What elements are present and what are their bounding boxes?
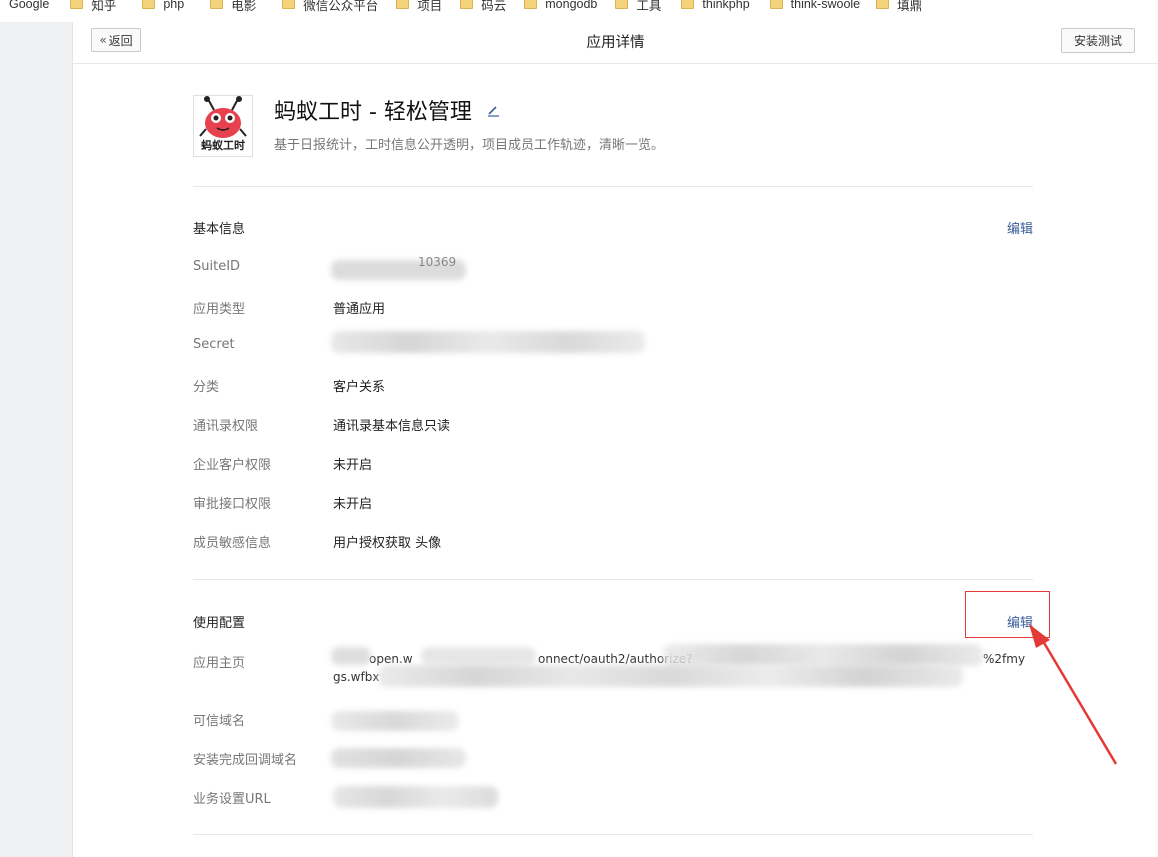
logo-text: 蚂蚁工时 <box>201 139 245 152</box>
bookmarks-bar: Google 知乎 php 电影 微信公众平台 项目 码云 mongodb 工具… <box>0 0 1158 15</box>
bookmark-php[interactable]: php <box>142 0 184 11</box>
redacted-block <box>331 331 645 353</box>
redacted-block <box>663 644 983 666</box>
left-rail <box>0 22 73 857</box>
business-settings-url-label: 业务设置URL <box>193 792 271 807</box>
basic-info-title: 基本信息 <box>193 222 246 237</box>
redacted-block <box>421 647 536 665</box>
folder-icon <box>681 0 695 9</box>
usage-config-title: 使用配置 <box>193 616 246 631</box>
bookmark-movies[interactable]: 电影 <box>210 0 256 14</box>
bookmark-google[interactable]: Google <box>9 0 49 11</box>
bookmark-tools[interactable]: 工具 <box>615 0 661 14</box>
basic-info-edit-link[interactable]: 编辑 <box>1007 218 1033 237</box>
bookmark-mongodb[interactable]: mongodb <box>524 0 597 11</box>
approval-permission-label: 审批接口权限 <box>193 497 272 512</box>
bookmark-gitee[interactable]: 码云 <box>460 0 506 14</box>
redacted-block <box>333 786 498 808</box>
folder-icon <box>524 0 538 9</box>
suiteid-value: 10369 <box>418 255 457 269</box>
app-name: 蚂蚁工时 - 轻松管理 <box>274 100 472 125</box>
edit-pencil-icon[interactable] <box>486 103 500 117</box>
annotation-highlight-box <box>965 591 1050 638</box>
folder-icon <box>396 0 410 9</box>
contacts-permission-label: 通讯录权限 <box>193 419 259 434</box>
bookmark-think-swoole[interactable]: think-swoole <box>769 0 860 11</box>
app-title-row: 蚂蚁工时 - 轻松管理 <box>274 94 500 126</box>
divider <box>193 834 1033 835</box>
main-panel: « 返回 应用详情 安装测试 蚂蚁工时 蚂蚁工时 - 轻松管理 基于日报统计，工… <box>73 22 1158 857</box>
approval-permission-value: 未开启 <box>333 497 373 512</box>
top-bar: « 返回 应用详情 安装测试 <box>73 22 1158 64</box>
ant-icon <box>199 96 247 138</box>
contacts-permission-value: 通讯录基本信息只读 <box>333 419 451 434</box>
trusted-domain-label: 可信域名 <box>193 714 246 729</box>
homepage-value-part3: %2fmy <box>983 652 1026 666</box>
category-value: 客户关系 <box>333 380 386 395</box>
folder-icon <box>876 0 890 9</box>
folder-icon <box>142 0 156 9</box>
folder-icon <box>210 0 224 9</box>
redacted-block <box>331 647 371 665</box>
folder-icon <box>282 0 296 9</box>
homepage-value-part1: open.w <box>369 652 413 666</box>
bookmark-thinkphp[interactable]: thinkphp <box>681 0 750 11</box>
callback-domain-label: 安装完成回调域名 <box>193 753 298 768</box>
bookmark-projects[interactable]: 项目 <box>396 0 442 14</box>
app-type-label: 应用类型 <box>193 302 246 317</box>
customer-permission-value: 未开启 <box>333 458 373 473</box>
homepage-label: 应用主页 <box>193 656 246 671</box>
customer-permission-label: 企业客户权限 <box>193 458 272 473</box>
homepage-value-line2: gs.wfbx <box>333 670 380 684</box>
category-label: 分类 <box>193 380 220 395</box>
redacted-block <box>378 665 963 687</box>
sensitive-info-label: 成员敏感信息 <box>193 536 272 551</box>
redacted-block <box>331 748 466 768</box>
folder-icon <box>460 0 474 9</box>
divider <box>193 579 1033 580</box>
app-type-value: 普通应用 <box>333 302 386 317</box>
app-description: 基于日报统计，工时信息公开透明，项目成员工作轨迹，清晰一览。 <box>274 138 665 153</box>
bookmark-wechat-mp[interactable]: 微信公众平台 <box>282 0 378 14</box>
sensitive-info-value: 用户授权获取 头像 <box>333 536 442 551</box>
bookmark-other[interactable]: 填鼎 <box>876 0 922 14</box>
secret-label: Secret <box>193 337 235 352</box>
folder-icon <box>769 0 783 9</box>
divider <box>193 186 1033 187</box>
page-title: 应用详情 <box>586 35 645 51</box>
folder-icon <box>70 0 84 9</box>
install-test-button[interactable]: 安装测试 <box>1061 28 1135 53</box>
bookmark-zhihu[interactable]: 知乎 <box>70 0 116 14</box>
folder-icon <box>615 0 629 9</box>
redacted-block <box>331 711 459 731</box>
app-logo: 蚂蚁工时 <box>193 95 253 157</box>
suiteid-label: SuiteID <box>193 259 241 274</box>
